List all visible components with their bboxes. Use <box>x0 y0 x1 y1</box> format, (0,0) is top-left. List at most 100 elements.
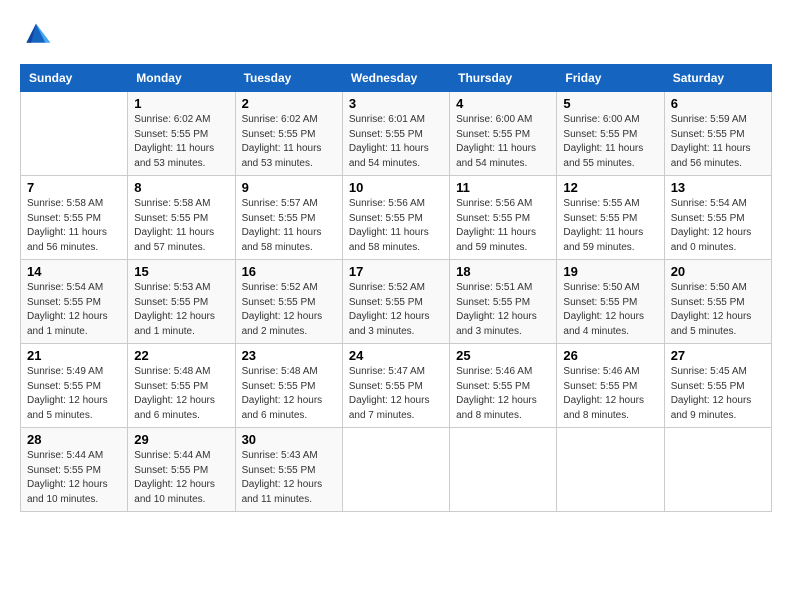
day-info: Sunrise: 5:48 AM Sunset: 5:55 PM Dayligh… <box>242 365 336 423</box>
day-info: Sunrise: 6:02 AM Sunset: 5:55 PM Dayligh… <box>134 113 228 171</box>
day-info: Sunrise: 5:56 AM Sunset: 5:55 PM Dayligh… <box>456 197 550 255</box>
day-info: Sunrise: 5:53 AM Sunset: 5:55 PM Dayligh… <box>134 281 228 339</box>
calendar-day-cell: 20 Sunrise: 5:50 AM Sunset: 5:55 PM Dayli… <box>664 260 771 344</box>
calendar-day-cell: 14 Sunrise: 5:54 AM Sunset: 5:55 PM Dayli… <box>21 260 128 344</box>
day-number: 10 <box>349 180 443 195</box>
day-info: Sunrise: 5:51 AM Sunset: 5:55 PM Dayligh… <box>456 281 550 339</box>
day-number: 6 <box>671 96 765 111</box>
day-info: Sunrise: 5:58 AM Sunset: 5:55 PM Dayligh… <box>27 197 121 255</box>
calendar-day-cell: 7 Sunrise: 5:58 AM Sunset: 5:55 PM Daylig… <box>21 176 128 260</box>
day-number: 7 <box>27 180 121 195</box>
day-info: Sunrise: 5:48 AM Sunset: 5:55 PM Dayligh… <box>134 365 228 423</box>
day-number: 2 <box>242 96 336 111</box>
calendar-day-cell: 25 Sunrise: 5:46 AM Sunset: 5:55 PM Dayli… <box>450 344 557 428</box>
day-number: 12 <box>563 180 657 195</box>
page-header <box>20 20 772 48</box>
day-number: 26 <box>563 348 657 363</box>
calendar-day-cell: 10 Sunrise: 5:56 AM Sunset: 5:55 PM Dayli… <box>342 176 449 260</box>
day-number: 3 <box>349 96 443 111</box>
calendar-day-cell: 4 Sunrise: 6:00 AM Sunset: 5:55 PM Daylig… <box>450 92 557 176</box>
day-info: Sunrise: 5:52 AM Sunset: 5:55 PM Dayligh… <box>349 281 443 339</box>
calendar-day-cell: 5 Sunrise: 6:00 AM Sunset: 5:55 PM Daylig… <box>557 92 664 176</box>
calendar-day-cell: 11 Sunrise: 5:56 AM Sunset: 5:55 PM Dayli… <box>450 176 557 260</box>
calendar-day-cell: 26 Sunrise: 5:46 AM Sunset: 5:55 PM Dayli… <box>557 344 664 428</box>
calendar-day-cell: 22Sunrise: 5:48 AM Sunset: 5:55 PM Dayli… <box>128 344 235 428</box>
weekday-header-cell: Monday <box>128 65 235 92</box>
weekday-header-cell: Wednesday <box>342 65 449 92</box>
day-info: Sunrise: 5:55 AM Sunset: 5:55 PM Dayligh… <box>563 197 657 255</box>
calendar-day-cell: 15 Sunrise: 5:53 AM Sunset: 5:55 PM Dayli… <box>128 260 235 344</box>
calendar-day-cell: 18 Sunrise: 5:51 AM Sunset: 5:55 PM Dayli… <box>450 260 557 344</box>
day-info: Sunrise: 5:49 AM Sunset: 5:55 PM Dayligh… <box>27 365 121 423</box>
day-number: 1 <box>134 96 228 111</box>
day-info: Sunrise: 5:47 AM Sunset: 5:55 PM Dayligh… <box>349 365 443 423</box>
calendar-week-row: 14 Sunrise: 5:54 AM Sunset: 5:55 PM Dayli… <box>21 260 772 344</box>
calendar-week-row: 1 Sunrise: 6:02 AM Sunset: 5:55 PM Daylig… <box>21 92 772 176</box>
day-number: 28 <box>27 432 121 447</box>
day-info: Sunrise: 6:02 AM Sunset: 5:55 PM Dayligh… <box>242 113 336 171</box>
logo-icon <box>20 20 52 48</box>
day-info: Sunrise: 5:45 AM Sunset: 5:55 PM Dayligh… <box>671 365 765 423</box>
day-number: 29 <box>134 432 228 447</box>
calendar-day-cell <box>21 92 128 176</box>
calendar-day-cell: 2 Sunrise: 6:02 AM Sunset: 5:55 PM Daylig… <box>235 92 342 176</box>
calendar-day-cell <box>664 428 771 512</box>
day-number: 25 <box>456 348 550 363</box>
day-info: Sunrise: 5:58 AM Sunset: 5:55 PM Dayligh… <box>134 197 228 255</box>
calendar-day-cell <box>557 428 664 512</box>
weekday-header-cell: Thursday <box>450 65 557 92</box>
day-info: Sunrise: 5:50 AM Sunset: 5:55 PM Dayligh… <box>671 281 765 339</box>
calendar-day-cell: 21 Sunrise: 5:49 AM Sunset: 5:55 PM Dayli… <box>21 344 128 428</box>
calendar-week-row: 21 Sunrise: 5:49 AM Sunset: 5:55 PM Dayli… <box>21 344 772 428</box>
day-number: 9 <box>242 180 336 195</box>
day-number: 14 <box>27 264 121 279</box>
day-info: Sunrise: 5:52 AM Sunset: 5:55 PM Dayligh… <box>242 281 336 339</box>
day-info: Sunrise: 5:56 AM Sunset: 5:55 PM Dayligh… <box>349 197 443 255</box>
calendar-day-cell: 1 Sunrise: 6:02 AM Sunset: 5:55 PM Daylig… <box>128 92 235 176</box>
day-number: 30 <box>242 432 336 447</box>
calendar-day-cell: 12 Sunrise: 5:55 AM Sunset: 5:55 PM Dayli… <box>557 176 664 260</box>
calendar-day-cell <box>450 428 557 512</box>
day-info: Sunrise: 6:00 AM Sunset: 5:55 PM Dayligh… <box>563 113 657 171</box>
weekday-header-cell: Tuesday <box>235 65 342 92</box>
day-info: Sunrise: 5:50 AM Sunset: 5:55 PM Dayligh… <box>563 281 657 339</box>
day-number: 13 <box>671 180 765 195</box>
day-number: 27 <box>671 348 765 363</box>
calendar-day-cell: 24 Sunrise: 5:47 AM Sunset: 5:55 PM Dayli… <box>342 344 449 428</box>
calendar-day-cell: 29 Sunrise: 5:44 AM Sunset: 5:55 PM Dayli… <box>128 428 235 512</box>
day-number: 18 <box>456 264 550 279</box>
calendar-body: 1 Sunrise: 6:02 AM Sunset: 5:55 PM Daylig… <box>21 92 772 512</box>
day-number: 5 <box>563 96 657 111</box>
day-number: 15 <box>134 264 228 279</box>
day-info: Sunrise: 5:54 AM Sunset: 5:55 PM Dayligh… <box>27 281 121 339</box>
calendar-day-cell: 13 Sunrise: 5:54 AM Sunset: 5:55 PM Dayli… <box>664 176 771 260</box>
calendar-table: SundayMondayTuesdayWednesdayThursdayFrid… <box>20 64 772 512</box>
day-number: 24 <box>349 348 443 363</box>
day-number: 4 <box>456 96 550 111</box>
calendar-day-cell: 30Sunrise: 5:43 AM Sunset: 5:55 PM Dayli… <box>235 428 342 512</box>
day-info: Sunrise: 5:54 AM Sunset: 5:55 PM Dayligh… <box>671 197 765 255</box>
calendar-day-cell: 17Sunrise: 5:52 AM Sunset: 5:55 PM Dayli… <box>342 260 449 344</box>
calendar-day-cell: 6 Sunrise: 5:59 AM Sunset: 5:55 PM Daylig… <box>664 92 771 176</box>
calendar-day-cell <box>342 428 449 512</box>
calendar-week-row: 28 Sunrise: 5:44 AM Sunset: 5:55 PM Dayli… <box>21 428 772 512</box>
day-number: 19 <box>563 264 657 279</box>
day-number: 11 <box>456 180 550 195</box>
day-number: 20 <box>671 264 765 279</box>
calendar-day-cell: 8 Sunrise: 5:58 AM Sunset: 5:55 PM Daylig… <box>128 176 235 260</box>
day-info: Sunrise: 6:01 AM Sunset: 5:55 PM Dayligh… <box>349 113 443 171</box>
day-info: Sunrise: 5:46 AM Sunset: 5:55 PM Dayligh… <box>563 365 657 423</box>
weekday-header-cell: Saturday <box>664 65 771 92</box>
calendar-day-cell: 19 Sunrise: 5:50 AM Sunset: 5:55 PM Dayli… <box>557 260 664 344</box>
day-info: Sunrise: 5:44 AM Sunset: 5:55 PM Dayligh… <box>27 449 121 507</box>
day-info: Sunrise: 6:00 AM Sunset: 5:55 PM Dayligh… <box>456 113 550 171</box>
day-number: 21 <box>27 348 121 363</box>
day-number: 8 <box>134 180 228 195</box>
day-info: Sunrise: 5:46 AM Sunset: 5:55 PM Dayligh… <box>456 365 550 423</box>
weekday-header-row: SundayMondayTuesdayWednesdayThursdayFrid… <box>21 65 772 92</box>
day-number: 16 <box>242 264 336 279</box>
calendar-day-cell: 3 Sunrise: 6:01 AM Sunset: 5:55 PM Daylig… <box>342 92 449 176</box>
day-info: Sunrise: 5:44 AM Sunset: 5:55 PM Dayligh… <box>134 449 228 507</box>
calendar-day-cell: 16 Sunrise: 5:52 AM Sunset: 5:55 PM Dayli… <box>235 260 342 344</box>
day-info: Sunrise: 5:59 AM Sunset: 5:55 PM Dayligh… <box>671 113 765 171</box>
